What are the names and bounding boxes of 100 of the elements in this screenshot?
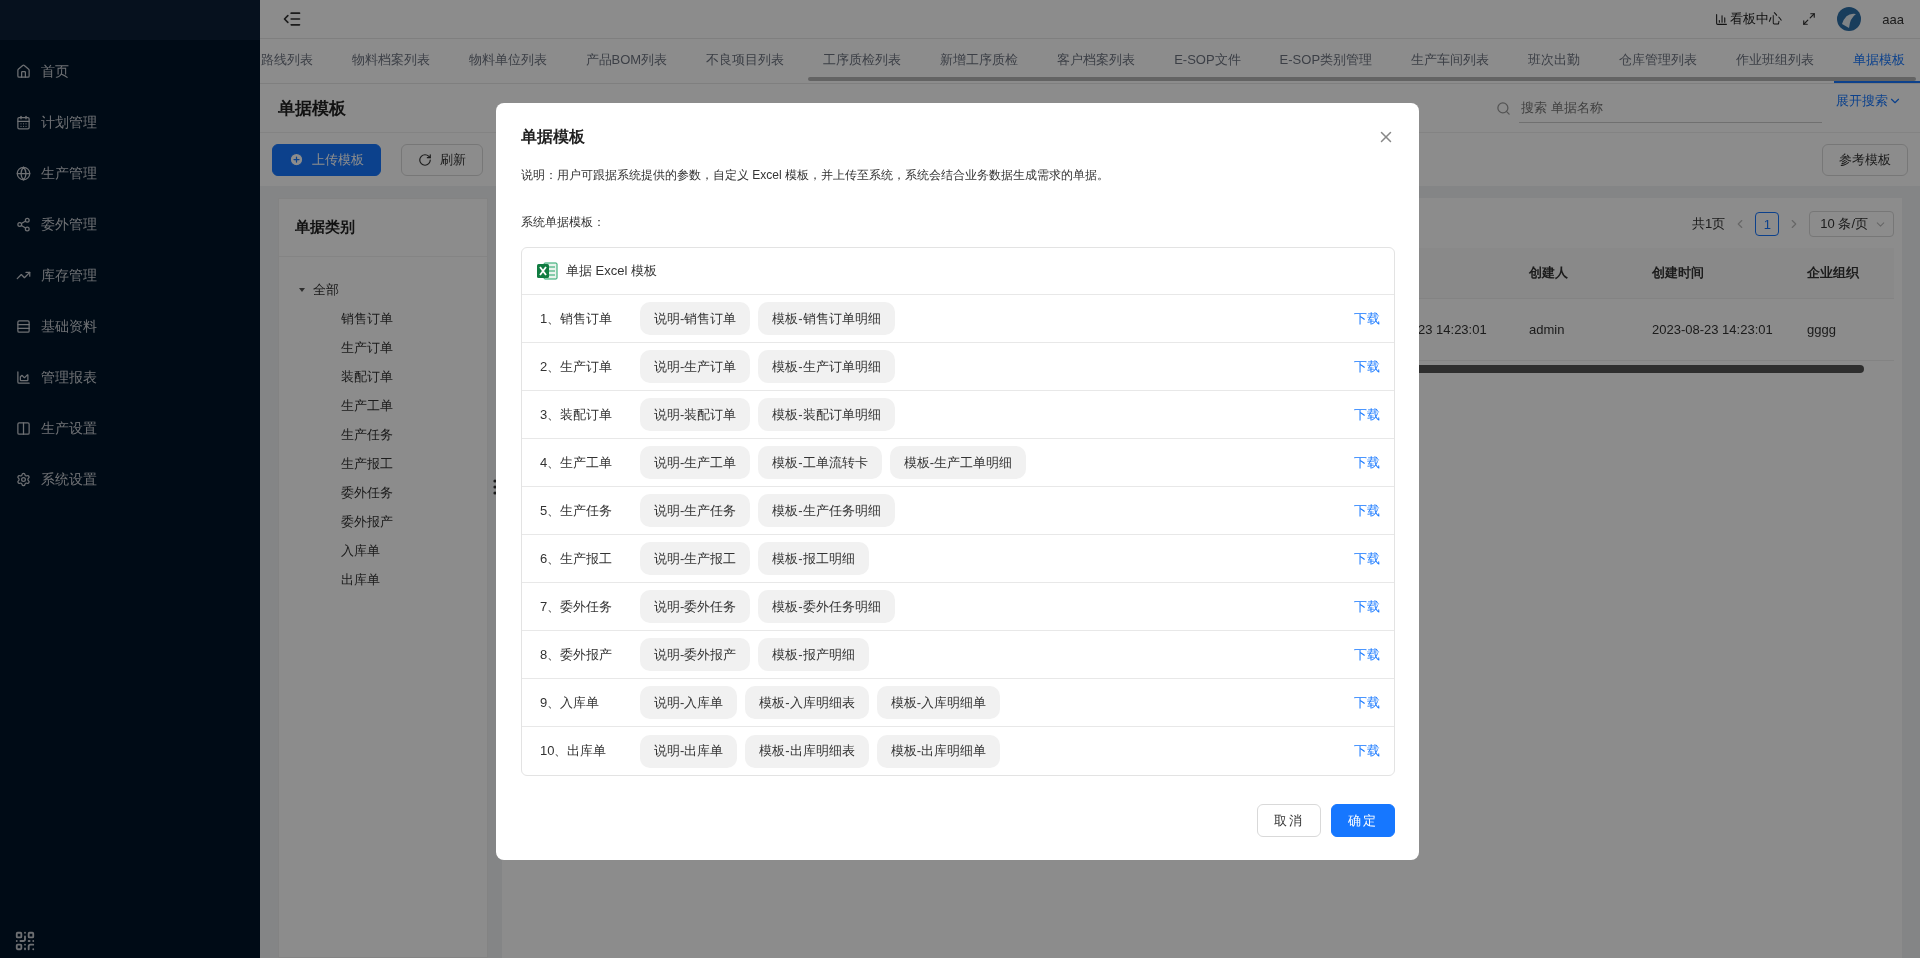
download-link[interactable]: 下载 — [1354, 357, 1380, 376]
table-cell: gggg — [1791, 298, 1894, 360]
sidebar-item[interactable]: 库存管理 — [0, 250, 260, 301]
tree-item[interactable]: 生产订单 — [297, 333, 487, 362]
file-tag[interactable]: 说明-委外任务 — [640, 590, 751, 623]
confirm-button[interactable]: 确定 — [1331, 804, 1395, 837]
tab[interactable]: 客户档案列表 — [1037, 39, 1155, 84]
tab[interactable]: 作业班组列表 — [1716, 39, 1834, 84]
sidebar-item[interactable]: 首页 — [0, 46, 260, 97]
tab[interactable]: 工序质检列表 — [803, 39, 921, 84]
tab[interactable]: 不良项目列表 — [686, 39, 804, 84]
refresh-button[interactable]: 刷新 — [401, 143, 483, 176]
file-tag[interactable]: 模板-装配订单明细 — [758, 398, 895, 431]
upload-button[interactable]: 上传模板 — [272, 143, 381, 176]
sidebar-item[interactable]: 委外管理 — [0, 199, 260, 250]
sidebar-item[interactable]: 基础资料 — [0, 301, 260, 352]
expand-search-link[interactable]: 展开搜索 — [1836, 92, 1902, 111]
tab[interactable]: 路线列表 — [260, 39, 332, 84]
file-tag[interactable]: 模板-工单流转卡 — [758, 446, 882, 479]
file-tag[interactable]: 模板-入库明细单 — [876, 686, 1001, 719]
row-label: 5、生产任务 — [540, 501, 614, 520]
qr-code-icon[interactable] — [14, 930, 36, 952]
tab[interactable]: 班次出勤 — [1508, 39, 1600, 84]
sidebar-item[interactable]: 计划管理 — [0, 97, 260, 148]
download-link[interactable]: 下载 — [1354, 597, 1380, 616]
tab[interactable]: 生产车间列表 — [1391, 39, 1509, 84]
fullscreen-icon[interactable] — [1802, 12, 1817, 27]
sidebar-item[interactable]: 生产管理 — [0, 148, 260, 199]
menu-icon — [16, 370, 31, 385]
tree-item[interactable]: 委外任务 — [297, 478, 487, 507]
tab[interactable]: 物料单位列表 — [449, 39, 566, 84]
download-link[interactable]: 下载 — [1354, 645, 1380, 664]
file-tag[interactable]: 说明-生产工单 — [640, 446, 751, 479]
menu-icon — [16, 217, 31, 232]
reference-template-button[interactable]: 参考模板 — [1822, 143, 1908, 176]
file-tag[interactable]: 说明-出库单 — [640, 734, 738, 768]
search-icon — [1496, 100, 1511, 116]
file-tag[interactable]: 模板-生产订单明细 — [758, 350, 895, 383]
file-tag[interactable]: 模板-生产工单明细 — [889, 446, 1027, 479]
tree-item[interactable]: 装配订单 — [297, 362, 487, 391]
tab[interactable]: 产品BOM列表 — [566, 39, 687, 84]
scrollbar-thumb[interactable] — [808, 77, 1916, 82]
file-tag[interactable]: 模板-报工明细 — [758, 542, 869, 575]
table-cell: 2023-08-23 14:23:01 — [1636, 298, 1791, 360]
file-tag[interactable]: 说明-入库单 — [640, 686, 738, 719]
page-size-select[interactable]: 10 条/页 — [1809, 211, 1894, 237]
panel-title: 单据类别 — [279, 199, 487, 257]
tree-node[interactable]: 全部 — [297, 275, 487, 304]
tree-item[interactable]: 委外报产 — [297, 507, 487, 536]
plus-icon — [289, 152, 304, 168]
tab[interactable]: 物料档案列表 — [332, 39, 449, 84]
username[interactable]: aaa — [1882, 11, 1904, 27]
refresh-icon — [418, 152, 432, 167]
download-link[interactable]: 下载 — [1354, 501, 1380, 520]
row-label: 7、委外任务 — [540, 597, 614, 616]
avatar-icon[interactable] — [1836, 6, 1863, 33]
tab[interactable]: 新增工序质检 — [920, 39, 1038, 84]
download-link[interactable]: 下载 — [1354, 693, 1380, 712]
drag-handle-icon[interactable] — [492, 478, 498, 496]
file-tag[interactable]: 模板-出库明细表 — [745, 734, 869, 768]
tab[interactable]: 仓库管理列表 — [1599, 39, 1717, 84]
file-tag[interactable]: 说明-生产报工 — [640, 542, 751, 575]
tree-item[interactable]: 生产工单 — [297, 391, 487, 420]
file-tag[interactable]: 模板-出库明细单 — [876, 734, 1001, 768]
page-number[interactable]: 1 — [1755, 212, 1780, 236]
download-link[interactable]: 下载 — [1354, 742, 1380, 760]
tree-item[interactable]: 生产任务 — [297, 420, 487, 449]
file-tag[interactable]: 模板-销售订单明细 — [758, 302, 895, 335]
dashboard-link[interactable]: 看板中心 — [1715, 10, 1783, 29]
file-tag[interactable]: 模板-入库明细表 — [745, 686, 869, 719]
dialog-title: 单据模板 — [521, 126, 585, 147]
row-label: 1、销售订单 — [540, 309, 614, 328]
tree-item[interactable]: 销售订单 — [297, 304, 487, 333]
sidebar-item[interactable]: 系统设置 — [0, 454, 260, 505]
download-link[interactable]: 下载 — [1354, 453, 1380, 472]
file-tag[interactable]: 说明-销售订单 — [640, 302, 751, 335]
list-header: 单据 Excel 模板 — [566, 262, 657, 280]
tree-item[interactable]: 入库单 — [297, 536, 487, 565]
download-link[interactable]: 下载 — [1354, 405, 1380, 424]
file-tag[interactable]: 模板-生产任务明细 — [758, 494, 895, 527]
tree-item[interactable]: 生产报工 — [297, 449, 487, 478]
tab[interactable]: E-SOP文件 — [1154, 39, 1261, 84]
sidebar-item[interactable]: 生产设置 — [0, 403, 260, 454]
file-tag[interactable]: 说明-生产任务 — [640, 494, 751, 527]
file-tag[interactable]: 说明-装配订单 — [640, 398, 751, 431]
download-link[interactable]: 下载 — [1354, 549, 1380, 568]
search-field[interactable]: 搜索 单据名称 — [1519, 93, 1822, 124]
tree-item[interactable]: 出库单 — [297, 565, 487, 594]
menu-icon — [16, 472, 31, 487]
file-tag[interactable]: 说明-生产订单 — [640, 350, 751, 383]
menu-icon — [16, 166, 31, 181]
sidebar-item[interactable]: 管理报表 — [0, 352, 260, 403]
tab[interactable]: E-SOP类别管理 — [1260, 39, 1392, 84]
cancel-button[interactable]: 取消 — [1257, 804, 1321, 837]
description-text: 说明：用户可跟据系统提供的参数，自定义 Excel 模板，并上传至系统，系统会结合业务数据生成需求的单据。 — [521, 167, 1110, 184]
file-tag[interactable]: 模板-报产明细 — [758, 638, 869, 671]
file-tag[interactable]: 说明-委外报产 — [640, 638, 751, 671]
menu-icon — [16, 421, 31, 436]
download-link[interactable]: 下载 — [1354, 309, 1380, 328]
file-tag[interactable]: 模板-委外任务明细 — [758, 590, 895, 623]
